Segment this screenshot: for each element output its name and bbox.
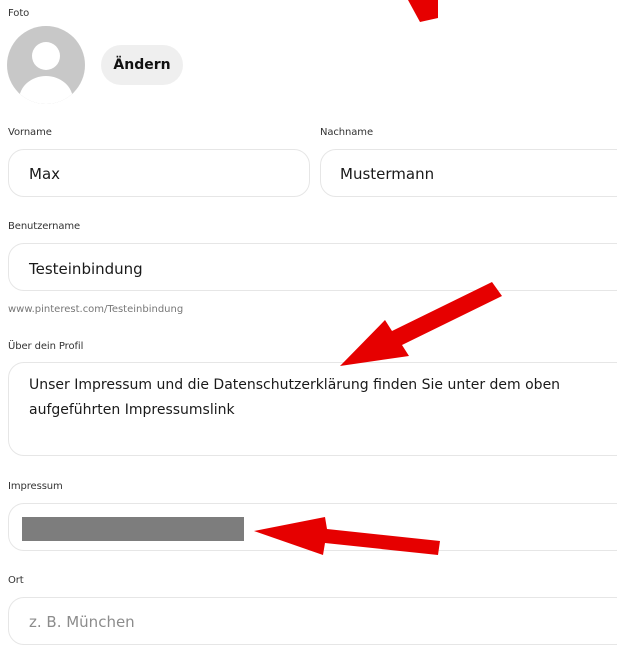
arrow-top-icon (408, 0, 438, 22)
arrow-imprint-icon (254, 517, 440, 555)
arrow-bio-icon (340, 282, 502, 366)
annotation-arrows (254, 0, 502, 555)
